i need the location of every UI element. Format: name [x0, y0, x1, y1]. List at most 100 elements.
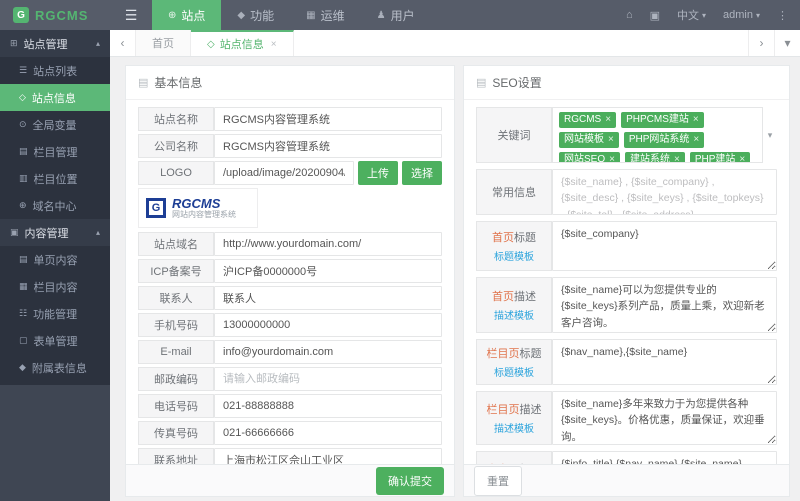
sidebar-item-column-content[interactable]: ▦ 栏目内容	[0, 273, 110, 300]
top-bar: G RGCMS ☰ ⊕ 站点 ◆ 功能 ▦ 运维 ♟ 用户 ⌂ ▣ 中文 ▾ a…	[0, 0, 800, 30]
remove-tag-icon[interactable]: ×	[674, 155, 680, 163]
top-nav-label: 功能	[250, 8, 275, 23]
tab-site-info[interactable]: ◇ 站点信息 ×	[191, 30, 294, 56]
site-list-icon: ☰	[19, 65, 28, 75]
home-title-textarea[interactable]: {$site_company}	[552, 221, 777, 271]
keywords-dropdown-icon[interactable]: ▾	[763, 107, 777, 163]
tabs-menu-button[interactable]: ▾	[774, 30, 800, 56]
mobile-number-input[interactable]	[214, 313, 442, 337]
sidebar-item-label: 域名中心	[32, 200, 77, 213]
remove-tag-icon[interactable]: ×	[693, 135, 699, 145]
label-prefix: 栏目页	[486, 348, 520, 360]
account-dropdown[interactable]: admin ▾	[723, 9, 760, 21]
chevron-down-icon: ▾	[755, 10, 760, 20]
sidebar-section-site-management[interactable]: ⊞ 站点管理 ▴	[0, 30, 110, 57]
form-row-common-info: 常用信息 {$site_name} , {$site_company} , {$…	[476, 169, 777, 215]
icp-number-input[interactable]	[214, 259, 442, 283]
tab-home[interactable]: 首页	[136, 30, 191, 56]
column-title-textarea[interactable]: {$nav_name},{$site_name}	[552, 339, 777, 385]
logo-path-input[interactable]	[214, 161, 354, 185]
language-dropdown[interactable]: 中文 ▾	[677, 7, 706, 23]
sidebar-item-label: 单页内容	[33, 254, 78, 267]
app-logo[interactable]: G RGCMS	[0, 0, 110, 30]
sidebar-item-column-position[interactable]: ▥ 栏目位置	[0, 165, 110, 192]
list-icon: ▤	[476, 77, 487, 89]
tab-label: 站点信息	[219, 39, 264, 51]
keyword-tag[interactable]: 建站系统 ×	[624, 152, 685, 163]
reset-button[interactable]: 重置	[474, 465, 522, 496]
form-row-home-description: 首页描述 描述模板 {$site_name}可以为您提供专业的{$site_ke…	[476, 277, 777, 333]
choose-button[interactable]: 选择	[402, 161, 442, 185]
keyword-tag[interactable]: RGCMS ×	[559, 112, 617, 128]
form-row-contact: 联系人	[138, 286, 442, 310]
form-row-company-name: 公司名称	[138, 134, 442, 158]
remove-tag-icon[interactable]: ×	[739, 155, 745, 163]
panel-title: SEO设置	[492, 76, 542, 90]
description-template-link[interactable]: 描述模板	[494, 307, 534, 322]
sidebar-toggle-button[interactable]: ☰	[110, 0, 152, 30]
keyword-tag[interactable]: PHP建站 ×	[689, 152, 751, 163]
sidebar-item-form-management[interactable]: ▢ 表单管理	[0, 327, 110, 354]
notification-icon[interactable]: ▣	[650, 9, 660, 22]
site-name-input[interactable]	[214, 107, 442, 131]
logo-g-icon: G	[146, 198, 166, 218]
title-template-link[interactable]: 标题模板	[494, 364, 534, 379]
form-row-logo: LOGO 上传 选择	[138, 161, 442, 185]
chevron-up-icon: ▴	[95, 228, 100, 237]
field-label: LOGO	[138, 161, 214, 185]
company-name-input[interactable]	[214, 134, 442, 158]
site-domain-input[interactable]	[214, 232, 442, 256]
keyword-tag[interactable]: 网站SEO ×	[559, 152, 620, 163]
contact-person-input[interactable]	[214, 286, 442, 310]
remove-tag-icon[interactable]: ×	[605, 115, 611, 125]
sidebar-item-attached-table-info[interactable]: ◆ 附属表信息	[0, 354, 110, 381]
tabs-scroll-right-button[interactable]: ›	[748, 30, 774, 56]
upload-button[interactable]: 上传	[358, 161, 398, 185]
fax-number-input[interactable]	[214, 421, 442, 445]
top-nav-ops[interactable]: ▦ 运维	[290, 0, 360, 30]
remove-tag-icon[interactable]: ×	[609, 155, 615, 163]
keyword-tag[interactable]: 网站模板 ×	[559, 132, 619, 148]
form-row-phone: 电话号码	[138, 394, 442, 418]
close-icon[interactable]: ×	[271, 39, 277, 50]
more-menu-icon[interactable]: ⋮	[777, 9, 788, 22]
chevron-down-icon: ▾	[767, 129, 773, 140]
keyword-tag[interactable]: PHPCMS建站 ×	[621, 112, 704, 128]
description-template-link[interactable]: 描述模板	[494, 420, 534, 435]
sidebar-item-column-management[interactable]: ▤ 栏目管理	[0, 138, 110, 165]
label-suffix: 标题	[514, 232, 536, 244]
top-nav-label: 站点	[181, 8, 206, 23]
top-nav-user[interactable]: ♟ 用户	[361, 0, 431, 30]
sidebar-item-domain-center[interactable]: ⊕ 域名中心	[0, 192, 110, 219]
tabs-scroll-left-button[interactable]: ‹	[110, 30, 136, 56]
title-template-link[interactable]: 标题模板	[494, 248, 534, 263]
keywords-tag-input[interactable]: RGCMS × PHPCMS建站 × 网站模板 × PHP网站系统 × 网站SEO × 建…	[552, 107, 763, 163]
home-icon[interactable]: ⌂	[626, 9, 633, 21]
remove-tag-icon[interactable]: ×	[693, 115, 699, 125]
top-nav-site[interactable]: ⊕ 站点	[152, 0, 222, 30]
field-label-block: 首页描述 描述模板	[476, 277, 552, 333]
field-label: 邮政编码	[138, 367, 214, 391]
postcode-input[interactable]	[214, 367, 442, 391]
column-description-textarea[interactable]: {$site_name}多年来致力于为您提供各种{$site_keys}。价格优…	[552, 391, 777, 445]
remove-tag-icon[interactable]: ×	[608, 135, 614, 145]
panel-title: 基本信息	[154, 76, 203, 90]
sidebar-item-function-management[interactable]: ☷ 功能管理	[0, 300, 110, 327]
sidebar-item-site-list[interactable]: ☰ 站点列表	[0, 57, 110, 84]
field-label: 公司名称	[138, 134, 214, 158]
phone-number-input[interactable]	[214, 394, 442, 418]
sidebar-section-content-management[interactable]: ▣ 内容管理 ▴	[0, 219, 110, 246]
field-label: 栏目页描述	[487, 401, 542, 417]
home-description-textarea[interactable]: {$site_name}可以为您提供专业的{$site_keys}系列产品，质量…	[552, 277, 777, 333]
form-row-keywords: 关键词 RGCMS × PHPCMS建站 × 网站模板 × PHP网站系统 × 网站SE…	[476, 107, 777, 163]
sidebar-item-single-page-content[interactable]: ▤ 单页内容	[0, 246, 110, 273]
keyword-tag[interactable]: PHP网站系统 ×	[623, 132, 705, 148]
logo-preview-image: G RGCMS 网站内容管理系统	[138, 188, 258, 228]
tag-label: 网站模板	[564, 134, 604, 145]
sidebar-item-site-info[interactable]: ◇ 站点信息	[0, 84, 110, 111]
email-input[interactable]	[214, 340, 442, 364]
sidebar-item-global-vars[interactable]: ⊙ 全局变量	[0, 111, 110, 138]
label-prefix: 首页	[492, 232, 514, 244]
submit-button[interactable]: 确认提交	[376, 466, 444, 495]
top-nav-function[interactable]: ◆ 功能	[221, 0, 290, 30]
